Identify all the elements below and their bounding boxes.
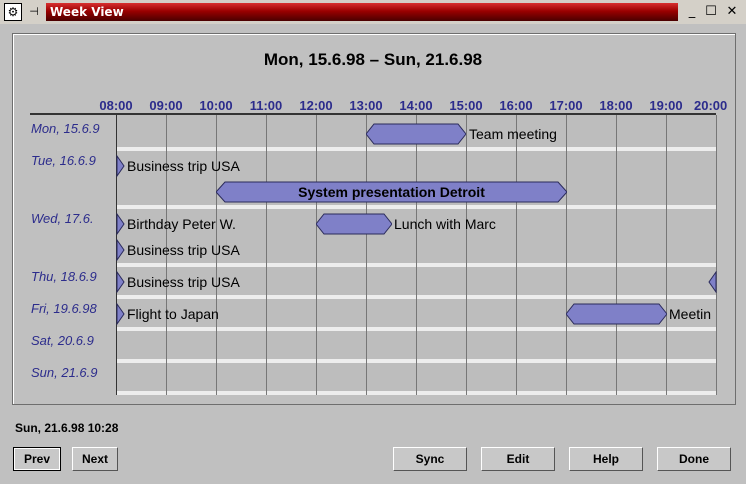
event-label: Meetin xyxy=(669,306,712,322)
day-label-sat: Sat, 20.6.9 xyxy=(31,333,94,348)
event-flight[interactable] xyxy=(116,303,126,325)
minimize-icon[interactable]: _ xyxy=(684,4,700,20)
continuation-arrow-icon xyxy=(116,303,125,325)
day-label-mon: Mon, 15.6.9 xyxy=(31,121,100,136)
window-title: Week View xyxy=(50,5,124,19)
hour-label: 16:00 xyxy=(499,98,533,113)
event-meeting-fri[interactable] xyxy=(566,303,667,325)
row-sat[interactable] xyxy=(117,331,717,359)
event-thu-continuation[interactable] xyxy=(707,271,717,293)
edit-button[interactable]: Edit xyxy=(481,447,555,471)
hour-label: 08:00 xyxy=(99,98,133,113)
maximize-icon[interactable]: ☐ xyxy=(703,4,719,20)
day-label-thu: Thu, 18.6.9 xyxy=(31,269,97,284)
title-bar-caption[interactable]: Week View xyxy=(46,3,678,21)
event-label: Business trip USA xyxy=(127,158,240,174)
continuation-arrow-icon xyxy=(116,271,125,293)
sync-button[interactable]: Sync xyxy=(393,447,467,471)
event-bar-shape xyxy=(366,123,466,145)
event-business-trip-wed[interactable] xyxy=(116,239,126,261)
next-button[interactable]: Next xyxy=(72,447,118,471)
hour-label: 12:00 xyxy=(299,98,333,113)
event-business-trip-tue[interactable] xyxy=(116,155,126,177)
event-team-meeting[interactable] xyxy=(366,123,466,145)
event-business-trip-thu[interactable] xyxy=(116,271,126,293)
day-label-sun: Sun, 21.6.9 xyxy=(31,365,98,380)
event-label: Team meeting xyxy=(469,126,557,142)
hour-label: 09:00 xyxy=(149,98,183,113)
row-sun[interactable] xyxy=(117,363,717,391)
prev-button[interactable]: Prev xyxy=(13,447,61,471)
event-label: Lunch with Marc xyxy=(394,216,496,232)
event-label: Flight to Japan xyxy=(127,306,219,322)
status-datetime: Sun, 21.6.98 10:28 xyxy=(15,421,119,435)
day-label-wed: Wed, 17.6. xyxy=(31,211,94,226)
day-label-fri: Fri, 19.6.98 xyxy=(31,301,97,316)
event-bar-shape xyxy=(316,213,392,235)
hour-label: 14:00 xyxy=(399,98,433,113)
event-label: System presentation Detroit xyxy=(298,184,485,200)
hour-label: 18:00 xyxy=(599,98,633,113)
continuation-arrow-icon xyxy=(116,213,125,235)
week-range-title: Mon, 15.6.98 – Sun, 21.6.98 xyxy=(263,50,483,69)
continuation-arrow-icon xyxy=(116,155,125,177)
event-system-presentation[interactable]: System presentation Detroit xyxy=(216,181,567,203)
title-bar: ⚙ ⊣ Week View _ ☐ ✕ xyxy=(0,0,746,24)
continuation-arrow-icon xyxy=(116,239,125,261)
event-label: Business trip USA xyxy=(127,242,240,258)
hour-label: 11:00 xyxy=(249,98,283,113)
hour-label: 10:00 xyxy=(199,98,233,113)
hour-label: 19:00 xyxy=(649,98,683,113)
event-birthday[interactable] xyxy=(116,213,126,235)
pin-icon[interactable]: ⊣ xyxy=(26,5,42,19)
continuation-arrow-icon xyxy=(708,271,717,293)
hour-label: 17:00 xyxy=(549,98,583,113)
done-button[interactable]: Done xyxy=(657,447,731,471)
hour-label: 15:00 xyxy=(449,98,483,113)
help-button[interactable]: Help xyxy=(569,447,643,471)
event-label: Birthday Peter W. xyxy=(127,216,236,232)
event-bar-shape xyxy=(566,303,667,325)
close-icon[interactable]: ✕ xyxy=(724,4,740,20)
app-icon[interactable]: ⚙ xyxy=(4,3,22,21)
hour-label: 13:00 xyxy=(349,98,383,113)
day-label-tue: Tue, 16.6.9 xyxy=(31,153,96,168)
event-label: Business trip USA xyxy=(127,274,240,290)
event-lunch[interactable] xyxy=(316,213,392,235)
hour-label: 20:00 xyxy=(694,98,728,113)
